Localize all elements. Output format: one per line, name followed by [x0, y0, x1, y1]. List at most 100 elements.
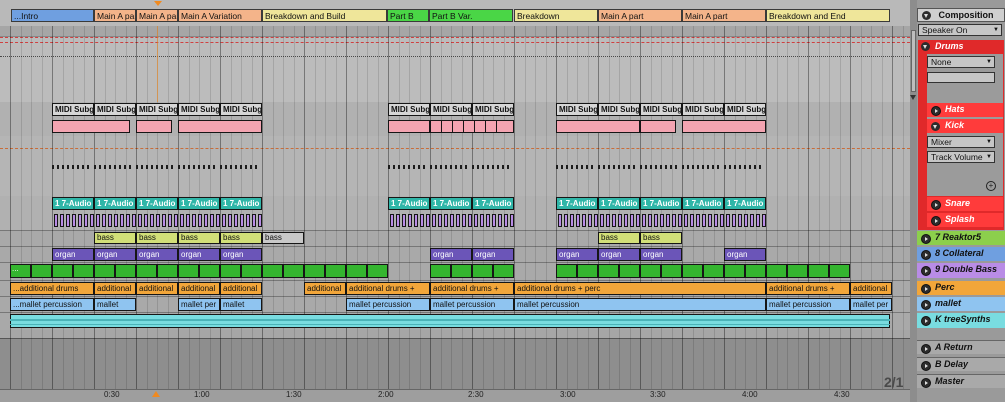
- track-scrollbar[interactable]: [910, 0, 917, 402]
- play-track-icon[interactable]: [921, 234, 931, 244]
- bass-clip[interactable]: bass: [598, 232, 640, 244]
- splash-clip[interactable]: [174, 214, 178, 227]
- double-bass-clip[interactable]: [367, 264, 388, 278]
- audio-clip[interactable]: 1 7-Audio: [94, 197, 136, 210]
- splash-clip[interactable]: [492, 214, 496, 227]
- splash-clip[interactable]: [606, 214, 610, 227]
- playhead-marker-icon[interactable]: [154, 1, 162, 6]
- add-lane-icon[interactable]: +: [986, 181, 996, 191]
- mallet-clip[interactable]: mallet percussion: [514, 298, 766, 311]
- midi-subgroup-clip[interactable]: MIDI Subgroup: [178, 103, 220, 116]
- organ-clip[interactable]: organ: [598, 248, 640, 261]
- splash-clip[interactable]: [588, 214, 592, 227]
- splash-clip[interactable]: [450, 214, 454, 227]
- double-bass-clip[interactable]: [493, 264, 514, 278]
- audio-clip[interactable]: 1 7-Audio: [430, 197, 472, 210]
- splash-clip[interactable]: [504, 214, 508, 227]
- splash-clip[interactable]: [666, 214, 670, 227]
- perc-clip[interactable]: additional: [220, 282, 262, 295]
- splash-clip[interactable]: [576, 214, 580, 227]
- bass-clip[interactable]: bass: [178, 232, 220, 244]
- audio-clip[interactable]: 1 7-Audio: [388, 197, 430, 210]
- splash-clip[interactable]: [198, 214, 202, 227]
- hats-midi-clip[interactable]: [430, 120, 514, 133]
- midi-subgroup-clip[interactable]: MIDI Subgroup: [52, 103, 94, 116]
- midi-subgroup-clip[interactable]: MIDI Subgroup: [682, 103, 724, 116]
- hats-midi-clip[interactable]: [136, 120, 172, 133]
- hats-midi-clip[interactable]: [640, 120, 676, 133]
- double-bass-clip[interactable]: [724, 264, 745, 278]
- splash-clip[interactable]: [510, 214, 514, 227]
- play-track-icon[interactable]: [931, 200, 941, 210]
- mallet-clip[interactable]: mallet percussion: [430, 298, 514, 311]
- splash-clip[interactable]: [90, 214, 94, 227]
- midi-subgroup-clip[interactable]: MIDI Subgroup: [94, 103, 136, 116]
- splash-clip[interactable]: [402, 214, 406, 227]
- audio-clip[interactable]: 1 7-Audio: [640, 197, 682, 210]
- splash-clip[interactable]: [234, 214, 238, 227]
- splash-clip[interactable]: [204, 214, 208, 227]
- track-a-return[interactable]: A Return: [917, 340, 1005, 354]
- play-track-icon[interactable]: [921, 284, 931, 294]
- audio-clip[interactable]: 1 7-Audio: [556, 197, 598, 210]
- double-bass-clip[interactable]: [829, 264, 850, 278]
- splash-clip[interactable]: [420, 214, 424, 227]
- splash-clip[interactable]: [438, 214, 442, 227]
- double-bass-clip[interactable]: [157, 264, 178, 278]
- organ-clip[interactable]: organ: [430, 248, 472, 261]
- mallet-clip[interactable]: mallet per: [850, 298, 892, 311]
- track-kick[interactable]: Kick: [927, 119, 1003, 133]
- audio-clip[interactable]: 1 7-Audio: [682, 197, 724, 210]
- splash-clip[interactable]: [618, 214, 622, 227]
- mallet-clip[interactable]: mallet per: [178, 298, 220, 311]
- splash-clip[interactable]: [84, 214, 88, 227]
- splash-clip[interactable]: [78, 214, 82, 227]
- splash-clip[interactable]: [228, 214, 232, 227]
- midi-subgroup-clip[interactable]: MIDI Subgroup: [220, 103, 262, 116]
- splash-clip[interactable]: [648, 214, 652, 227]
- double-bass-clip[interactable]: [73, 264, 94, 278]
- perc-clip[interactable]: ...additional drums: [10, 282, 94, 295]
- track-splash[interactable]: Splash: [927, 213, 1003, 227]
- bass-clip[interactable]: bass: [640, 232, 682, 244]
- locator-4[interactable]: Breakdown and Build: [262, 9, 387, 22]
- locator-bar[interactable]: ...Intro Main A part Main A part Main A Var…: [0, 0, 910, 26]
- splash-clip[interactable]: [150, 214, 154, 227]
- perc-clip[interactable]: additional: [304, 282, 346, 295]
- splash-clip[interactable]: [462, 214, 466, 227]
- play-track-icon[interactable]: [921, 378, 931, 388]
- double-bass-clip[interactable]: [703, 264, 724, 278]
- splash-clip[interactable]: [696, 214, 700, 227]
- perc-clip[interactable]: additional: [178, 282, 220, 295]
- splash-clip[interactable]: [426, 214, 430, 227]
- perc-clip[interactable]: additional drums +: [346, 282, 430, 295]
- locator-7[interactable]: Breakdown: [514, 9, 598, 22]
- arrangement-view[interactable]: ...Intro Main A part Main A part Main A Var…: [0, 0, 910, 402]
- organ-clip[interactable]: organ: [94, 248, 136, 261]
- splash-clip[interactable]: [210, 214, 214, 227]
- double-bass-clip[interactable]: [451, 264, 472, 278]
- input-select[interactable]: None: [927, 56, 995, 68]
- splash-clip[interactable]: [444, 214, 448, 227]
- splash-clip[interactable]: [702, 214, 706, 227]
- splash-clip[interactable]: [414, 214, 418, 227]
- track-drums[interactable]: Drums: [917, 40, 1005, 54]
- double-bass-clip[interactable]: [283, 264, 304, 278]
- splash-clip[interactable]: [96, 214, 100, 227]
- track-treesynths[interactable]: K treeSynths: [917, 313, 1005, 328]
- splash-clip[interactable]: [156, 214, 160, 227]
- splash-clip[interactable]: [144, 214, 148, 227]
- splash-clip[interactable]: [738, 214, 742, 227]
- splash-clip[interactable]: [432, 214, 436, 227]
- splash-clip[interactable]: [132, 214, 136, 227]
- loop-start-marker-icon[interactable]: [152, 391, 160, 397]
- midi-subgroup-clip[interactable]: MIDI Subgroup: [136, 103, 178, 116]
- double-bass-clip[interactable]: [115, 264, 136, 278]
- fold-triangle-icon[interactable]: [931, 122, 940, 131]
- scroll-down-arrow-icon[interactable]: [910, 95, 916, 100]
- double-bass-clip[interactable]: [556, 264, 577, 278]
- splash-clip[interactable]: [714, 214, 718, 227]
- empty-field[interactable]: [927, 72, 995, 83]
- splash-clip[interactable]: [138, 214, 142, 227]
- track-double-bass[interactable]: 9 Double Bass: [917, 263, 1005, 278]
